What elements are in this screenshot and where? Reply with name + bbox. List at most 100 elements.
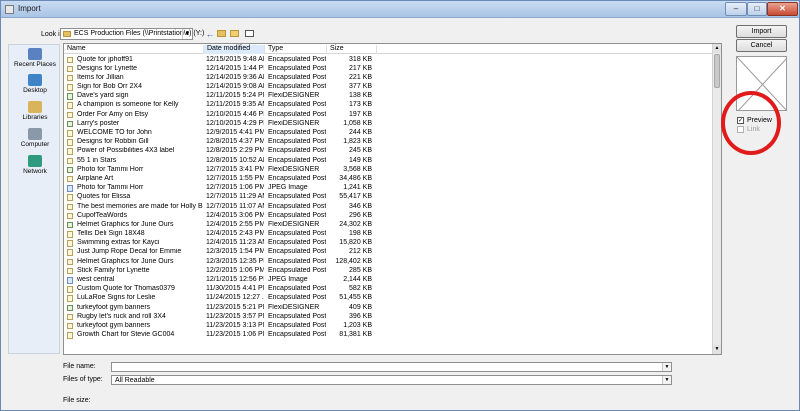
- file-type-cell: Encapsulated Post...: [268, 83, 326, 91]
- file-date-cell: 12/7/2015 3:41 PM: [206, 165, 264, 173]
- jpeg-file-icon: [67, 185, 73, 192]
- file-row[interactable]: Power of Possibilities 4X3 label 12/8/201…: [64, 147, 713, 156]
- file-row[interactable]: Sign for Bob Orr 2X4 12/14/2015 9:08 AM En…: [64, 83, 713, 92]
- file-name-cell: Rugby let's ruck and roll 3X4: [77, 312, 166, 320]
- up-folder-button[interactable]: [215, 28, 227, 40]
- column-header-name[interactable]: Name: [64, 45, 204, 54]
- scroll-thumb[interactable]: [714, 54, 720, 88]
- file-row[interactable]: 55 1 in Stars 12/8/2015 10:52 AM Encapsula…: [64, 156, 713, 165]
- close-button[interactable]: ✕: [767, 2, 798, 16]
- cancel-button[interactable]: Cancel: [736, 39, 787, 52]
- file-row[interactable]: WELCOME TO for John 12/9/2015 4:41 PM Enca…: [64, 129, 713, 138]
- file-row[interactable]: Helmet Graphics for June Ours 12/3/2015 1…: [64, 257, 713, 266]
- file-row[interactable]: Photo for Tammi Horr 12/7/2015 1:06 PM JPE…: [64, 184, 713, 193]
- file-row[interactable]: Stick Family for Lynette 12/2/2015 1:06 P…: [64, 266, 713, 275]
- place-desktop[interactable]: Desktop: [9, 74, 61, 94]
- file-row[interactable]: CupofTeaWords 12/4/2015 3:06 PM Encapsulat…: [64, 211, 713, 220]
- file-row[interactable]: Growth Chart for Stevie GC004 11/23/2015 …: [64, 331, 713, 340]
- place-network[interactable]: Network: [9, 155, 61, 175]
- file-date-cell: 11/24/2015 12:27 ...: [206, 294, 264, 302]
- minimize-button[interactable]: –: [725, 2, 747, 16]
- file-row[interactable]: Swimming extras for Kayci 12/4/2015 11:23…: [64, 239, 713, 248]
- view-menu-button[interactable]: [241, 28, 257, 40]
- eps-file-icon: [67, 194, 73, 201]
- back-button[interactable]: ←: [205, 28, 215, 40]
- file-row[interactable]: Custom Quote for Thomas0379 11/30/2015 4:…: [64, 285, 713, 294]
- file-type-cell: Encapsulated Post...: [268, 211, 326, 219]
- file-size-cell: 245 KB: [349, 147, 372, 155]
- file-row[interactable]: turkeyfoot gym banners 11/23/2015 3:13 PM…: [64, 321, 713, 330]
- place-computer[interactable]: Computer: [9, 128, 61, 148]
- file-name-cell: Sign for Bob Orr 2X4: [77, 83, 142, 91]
- file-type-cell: FlexiDESIGNER: [268, 92, 320, 100]
- file-name-cell: The best memories are made for Holly Blu…: [77, 202, 203, 210]
- file-name-input[interactable]: ▼: [111, 362, 672, 372]
- flexi-file-icon: [67, 166, 73, 174]
- vertical-scrollbar[interactable]: ▲ ▼: [712, 44, 721, 354]
- file-row[interactable]: Dave's yard sign 12/11/2015 5:24 PM FlexiD…: [64, 92, 713, 101]
- file-size-cell: 24,302 KB: [339, 220, 372, 228]
- maximize-button[interactable]: □: [747, 2, 767, 16]
- file-name-cell: Photo for Tammi Horr: [77, 165, 144, 173]
- scroll-up-arrow-icon[interactable]: ▲: [713, 44, 721, 53]
- look-in-dropdown[interactable]: ECS Production Files (\\Printstation\c) …: [60, 28, 204, 40]
- eps-file-icon: [67, 102, 73, 109]
- file-row[interactable]: Order For Amy on Etsy 12/10/2015 4:46 PM E…: [64, 110, 713, 119]
- file-size-cell: 212 KB: [349, 248, 372, 256]
- file-row[interactable]: Helmet Graphics for June Ours 12/4/2015 2…: [64, 220, 713, 229]
- drive-folder-icon: [63, 31, 71, 37]
- file-row[interactable]: Airplane Art 12/7/2015 1:55 PM Encapsulate…: [64, 174, 713, 183]
- file-name-cell: A champion is someone for Kelly: [77, 101, 179, 109]
- file-type-cell: Encapsulated Post...: [268, 248, 326, 256]
- chevron-down-icon[interactable]: ▼: [662, 376, 671, 384]
- view-menu-icon: [244, 30, 254, 37]
- file-row[interactable]: A champion is someone for Kelly 12/11/201…: [64, 101, 713, 110]
- file-name-cell: Growth Chart for Stevie GC004: [77, 331, 175, 339]
- file-date-cell: 11/23/2015 1:06 PM: [206, 331, 264, 339]
- file-row[interactable]: Designs for Robbin Gill 12/8/2015 4:37 PM…: [64, 138, 713, 147]
- file-row[interactable]: Items for Jillian 12/14/2015 9:36 AM Encap…: [64, 73, 713, 82]
- file-row[interactable]: Photo for Tammi Horr 12/7/2015 3:41 PM Fle…: [64, 165, 713, 174]
- file-type-cell: FlexiDESIGNER: [268, 165, 320, 173]
- file-type-cell: Encapsulated Post...: [268, 193, 326, 201]
- file-list[interactable]: Name Date modified Type Size Quote for j…: [63, 43, 722, 355]
- file-row[interactable]: turkeyfoot gym banners 11/23/2015 5:21 PM…: [64, 303, 713, 312]
- file-date-cell: 11/30/2015 4:41 PM: [206, 285, 264, 293]
- eps-file-icon: [67, 175, 73, 183]
- place-libraries[interactable]: Libraries: [9, 101, 61, 121]
- eps-file-icon: [67, 313, 73, 321]
- column-header-size[interactable]: Size: [327, 45, 377, 54]
- file-row[interactable]: Designs for Lynette 12/14/2015 1:44 PM Enc…: [64, 64, 713, 73]
- file-row[interactable]: LuLaRoe Signs for Leslie 11/24/2015 12:27…: [64, 294, 713, 303]
- file-name-cell: Photo for Tammi Horr: [77, 184, 144, 192]
- new-folder-button[interactable]: [228, 28, 240, 40]
- file-date-cell: 11/23/2015 3:13 PM: [206, 321, 264, 329]
- file-row[interactable]: Quote for jphoff91 12/15/2015 9:48 AM Enca…: [64, 55, 713, 64]
- file-size-cell: 149 KB: [349, 156, 372, 164]
- import-button[interactable]: Import: [736, 25, 787, 38]
- chevron-down-icon[interactable]: ▼: [662, 363, 671, 371]
- place-recent-places[interactable]: Recent Places: [9, 48, 61, 68]
- column-header-date-modified[interactable]: Date modified: [204, 45, 265, 54]
- file-size-cell: 221 KB: [349, 73, 372, 81]
- file-row[interactable]: Tellis Deli Sign 18X48 12/4/2015 2:43 PM E…: [64, 230, 713, 239]
- file-name-cell: Designs for Lynette: [77, 64, 138, 72]
- file-row[interactable]: west central 12/1/2015 12:56 PM JPEG Image…: [64, 276, 713, 285]
- file-row[interactable]: Larry's poster 12/10/2015 4:29 PM FlexiDES…: [64, 119, 713, 128]
- file-row[interactable]: Rugby let's ruck and roll 3X4 11/23/2015 …: [64, 312, 713, 321]
- eps-file-icon: [67, 111, 73, 119]
- file-row[interactable]: Just Jump Rope Decal for Emmie 12/3/2015 …: [64, 248, 713, 257]
- eps-file-icon: [67, 157, 73, 165]
- files-of-type-dropdown[interactable]: All Readable ▼: [111, 375, 672, 385]
- file-size-cell: 81,381 KB: [339, 331, 372, 339]
- file-row[interactable]: The best memories are made for Holly Blu…: [64, 202, 713, 211]
- file-type-cell: Encapsulated Post...: [268, 138, 326, 146]
- file-date-cell: 12/7/2015 11:29 AM: [206, 193, 264, 201]
- column-header-type[interactable]: Type: [265, 45, 327, 54]
- flexi-file-icon: [67, 93, 73, 100]
- title-bar[interactable]: Import – □ ✕: [1, 1, 799, 18]
- file-row[interactable]: Quotes for Elissa 12/7/2015 11:29 AM Encap…: [64, 193, 713, 202]
- file-size-label: File size:: [63, 397, 91, 404]
- scroll-down-arrow-icon[interactable]: ▼: [713, 345, 721, 354]
- chevron-down-icon[interactable]: ▼: [182, 29, 192, 39]
